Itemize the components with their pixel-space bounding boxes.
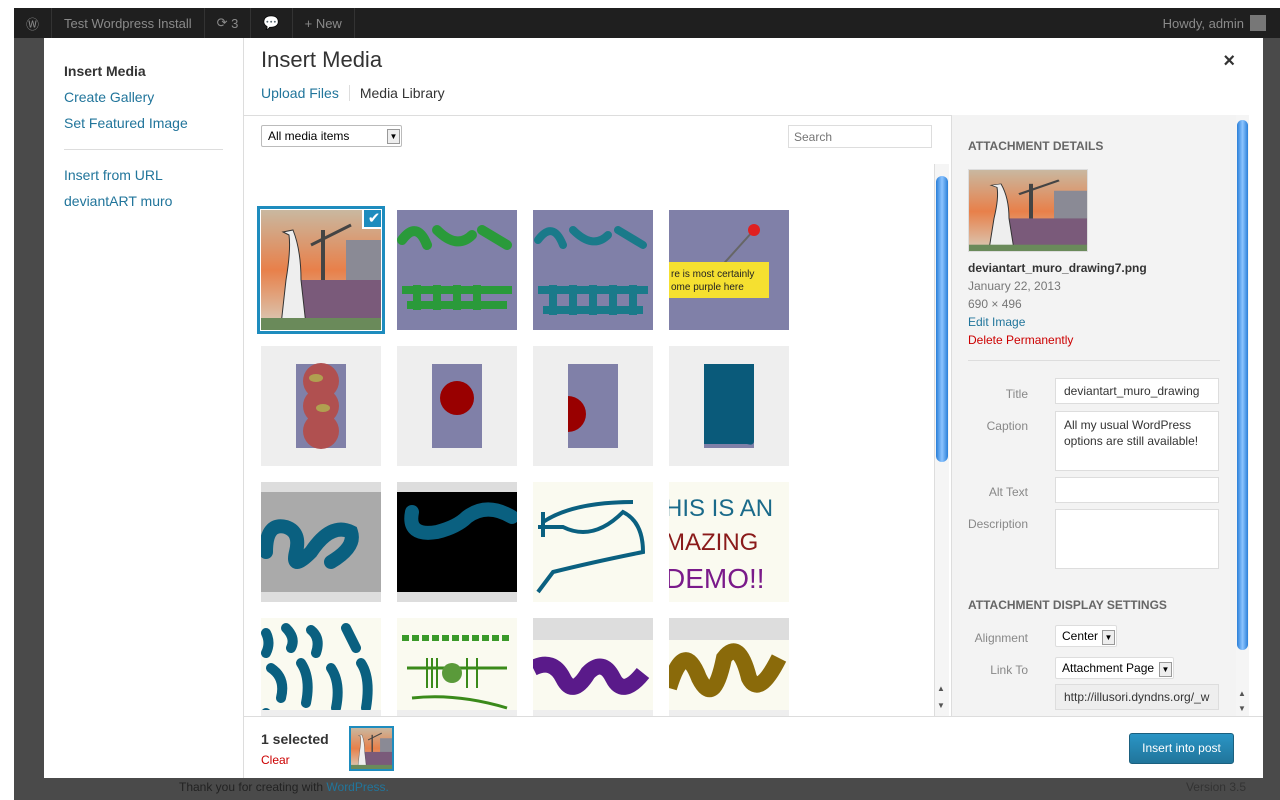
admin-footer-text: Thank you for creating with WordPress. xyxy=(179,780,389,794)
selected-thumbnail[interactable] xyxy=(349,726,394,771)
svg-text:re is most certainly: re is most certainly xyxy=(671,269,754,280)
attachment-details-sidebar: ATTACHMENT DETAILS deviantart_muro_drawi… xyxy=(951,115,1236,716)
grid-scrollbar[interactable]: ▲ ▼ xyxy=(934,164,949,716)
link-to-select[interactable]: Attachment Page ▼ xyxy=(1055,657,1174,679)
media-thumbnail[interactable]: re is most certainly ome purple here xyxy=(669,210,789,330)
scroll-up-icon[interactable]: ▲ xyxy=(937,684,945,693)
search-input[interactable] xyxy=(788,125,932,148)
media-thumbnail[interactable] xyxy=(261,482,381,602)
modal-title: Insert Media xyxy=(261,47,383,72)
new-link[interactable]: + New xyxy=(293,8,355,38)
media-footer-toolbar: 1 selected Clear Insert into post xyxy=(244,716,1263,778)
media-thumbnail[interactable] xyxy=(397,482,517,602)
menu-deviantart-muro[interactable]: deviantART muro xyxy=(64,188,243,214)
scrollbar-thumb[interactable] xyxy=(936,176,948,462)
description-label: Description xyxy=(967,517,1028,531)
version-text: Version 3.5 xyxy=(1185,780,1246,794)
media-thumbnail[interactable] xyxy=(397,210,517,330)
tab-upload-files[interactable]: Upload Files xyxy=(261,85,350,101)
refresh-icon: ⟳ xyxy=(216,15,232,30)
comments-icon[interactable]: 💬 xyxy=(251,8,293,38)
menu-set-featured-image[interactable]: Set Featured Image xyxy=(64,110,243,136)
scrollbar-thumb[interactable] xyxy=(1237,120,1248,650)
caption-field[interactable]: All my usual WordPress options are still… xyxy=(1055,411,1219,471)
alt-text-label: Alt Text xyxy=(988,485,1028,499)
media-toolbar: All media items ▼ xyxy=(244,115,951,159)
attachment-dimensions: 690 × 496 xyxy=(968,297,1022,311)
svg-text:ome purple here: ome purple here xyxy=(671,282,744,293)
media-thumbnail[interactable] xyxy=(533,482,653,602)
media-thumbnail[interactable] xyxy=(533,618,653,716)
description-field[interactable] xyxy=(1055,509,1219,569)
svg-text:DEMO!!: DEMO!! xyxy=(669,563,765,594)
attachment-date: January 22, 2013 xyxy=(968,279,1061,293)
plus-icon: + xyxy=(304,15,316,31)
media-thumbnail[interactable] xyxy=(669,618,789,716)
svg-text:MAZING: MAZING xyxy=(669,529,758,556)
media-frame: Insert Media × Upload Files Media Librar… xyxy=(243,38,1263,778)
media-thumbnail[interactable] xyxy=(397,346,517,466)
scroll-down-icon[interactable]: ▼ xyxy=(937,701,945,710)
link-to-label: Link To xyxy=(990,663,1028,677)
insert-media-modal: Insert Media Create Gallery Set Featured… xyxy=(44,38,1263,778)
svg-text:HIS IS AN: HIS IS AN xyxy=(669,495,773,522)
howdy-link[interactable]: Howdy, admin xyxy=(1163,16,1244,31)
checkmark-icon[interactable]: ✔ xyxy=(362,210,381,229)
scroll-down-icon[interactable]: ▼ xyxy=(1238,704,1246,713)
alignment-label: Alignment xyxy=(974,631,1028,645)
edit-image-link[interactable]: Edit Image xyxy=(968,315,1025,329)
divider xyxy=(968,360,1220,361)
dropdown-arrow-icon: ▼ xyxy=(387,129,400,144)
close-icon[interactable]: × xyxy=(1223,50,1235,73)
link-url-field[interactable]: http://illusori.dyndns.org/_w xyxy=(1055,684,1219,710)
wordpress-link[interactable]: WordPress. xyxy=(326,780,388,794)
media-thumbnail[interactable] xyxy=(533,210,653,330)
tab-media-library[interactable]: Media Library xyxy=(360,85,455,101)
menu-insert-media[interactable]: Insert Media xyxy=(64,58,243,84)
title-field[interactable]: deviantart_muro_drawing xyxy=(1055,378,1219,404)
dropdown-arrow-icon: ▼ xyxy=(1159,662,1172,677)
media-menu: Insert Media Create Gallery Set Featured… xyxy=(44,38,243,778)
avatar[interactable] xyxy=(1250,15,1266,31)
insert-into-post-button[interactable]: Insert into post xyxy=(1129,733,1234,764)
media-thumbnail[interactable]: ✔ xyxy=(257,206,385,334)
attachment-filename: deviantart_muro_drawing7.png xyxy=(968,261,1147,275)
media-thumbnail[interactable] xyxy=(261,618,381,716)
router-tabs: Upload Files Media Library xyxy=(261,85,465,101)
dropdown-arrow-icon: ▼ xyxy=(1102,630,1115,645)
menu-insert-from-url[interactable]: Insert from URL xyxy=(64,162,243,188)
media-thumbnail[interactable] xyxy=(533,346,653,466)
delete-permanently-link[interactable]: Delete Permanently xyxy=(968,333,1073,347)
alignment-select[interactable]: Center ▼ xyxy=(1055,625,1117,647)
alt-text-field[interactable] xyxy=(1055,477,1219,503)
clear-selection-link[interactable]: Clear xyxy=(261,753,290,767)
attachment-details-heading: ATTACHMENT DETAILS xyxy=(968,139,1104,153)
attachment-preview-image xyxy=(968,169,1088,252)
menu-create-gallery[interactable]: Create Gallery xyxy=(64,84,243,110)
media-filter-select[interactable]: All media items ▼ xyxy=(261,125,402,147)
caption-label: Caption xyxy=(986,419,1028,433)
selection-count: 1 selected xyxy=(261,731,329,747)
admin-bar: Ⓦ Test Wordpress Install ⟳ 3 💬 + New How… xyxy=(14,8,1280,38)
site-name-link[interactable]: Test Wordpress Install xyxy=(52,8,205,38)
media-thumbnail[interactable] xyxy=(669,346,789,466)
media-thumbnail[interactable]: HIS IS AN MAZING DEMO!! xyxy=(669,482,789,602)
sidebar-scrollbar[interactable]: ▲ ▼ xyxy=(1236,115,1249,716)
title-label: Title xyxy=(1005,387,1028,401)
attachments-grid: ✔ re is most certainly ome purple here HIS … xyxy=(244,159,934,716)
media-thumbnail[interactable] xyxy=(261,346,381,466)
scroll-up-icon[interactable]: ▲ xyxy=(1238,689,1246,698)
wordpress-logo-icon[interactable]: Ⓦ xyxy=(14,8,53,38)
media-thumbnail[interactable] xyxy=(397,618,517,716)
menu-divider xyxy=(64,149,223,150)
updates-link[interactable]: ⟳ 3 xyxy=(205,8,252,38)
display-settings-heading: ATTACHMENT DISPLAY SETTINGS xyxy=(968,598,1167,612)
